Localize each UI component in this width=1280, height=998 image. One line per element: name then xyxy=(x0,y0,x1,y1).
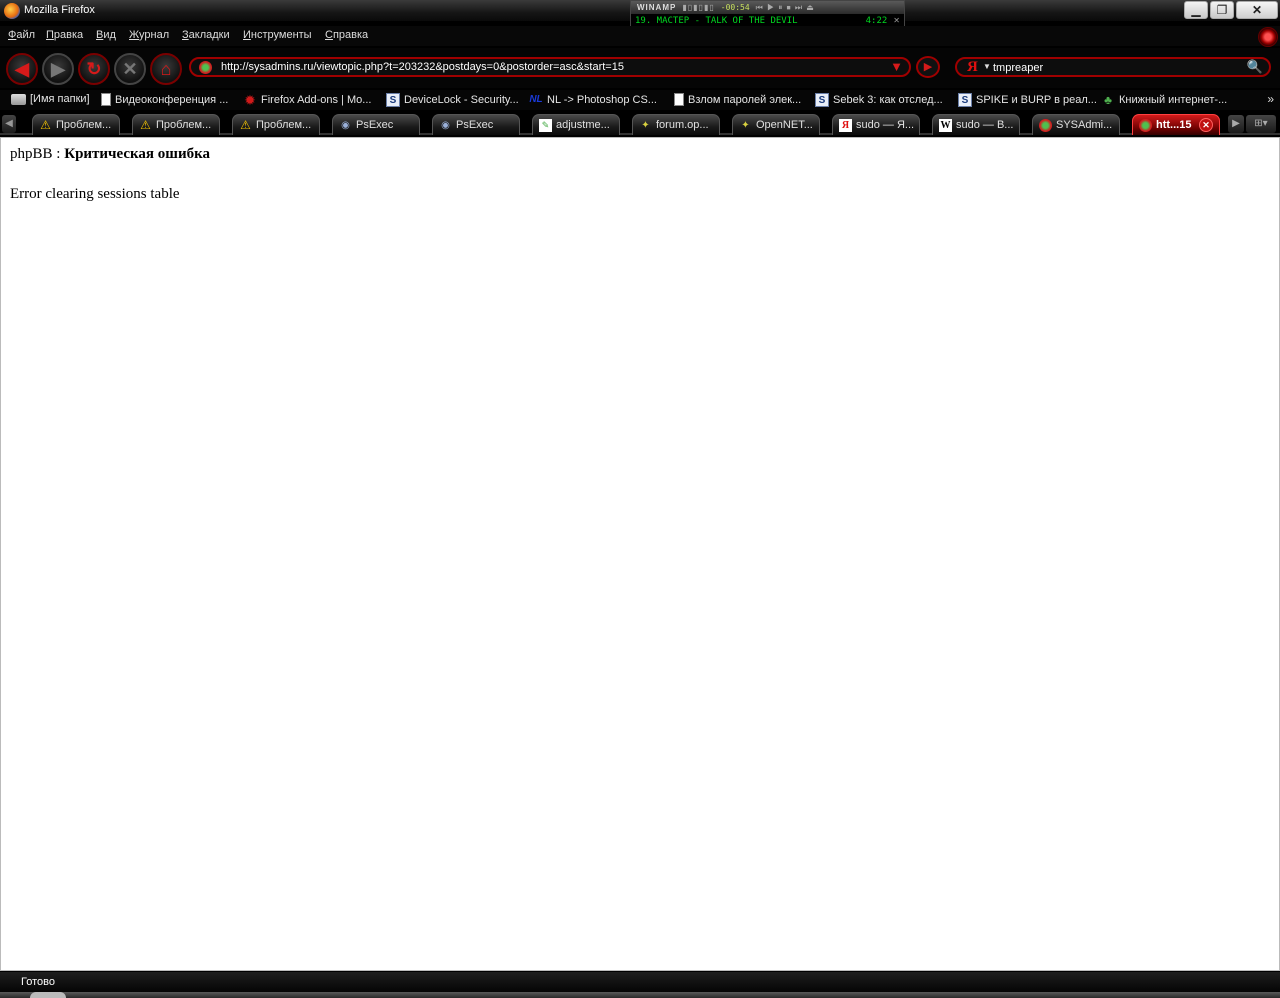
warning-icon: ⚠ xyxy=(240,117,251,132)
status-text: Готово xyxy=(21,976,55,988)
bookmark-item[interactable]: ✹ Firefox Add-ons | Mo... xyxy=(243,93,371,107)
close-tab-icon[interactable]: ✕ xyxy=(1199,118,1213,132)
search-input[interactable]: tmpreaper xyxy=(993,62,1043,74)
addons-icon: ✹ xyxy=(244,92,256,108)
search-icon[interactable]: 🔍 xyxy=(1247,59,1263,75)
adjust-icon: ✎ xyxy=(539,118,552,132)
sysadmins-icon xyxy=(1139,118,1152,132)
start-button[interactable] xyxy=(30,992,66,998)
yandex-icon: Я xyxy=(839,118,852,132)
window-title: Mozilla Firefox xyxy=(24,4,95,16)
bookmark-item[interactable]: S SPIKE и BURP в реал... xyxy=(958,93,1097,107)
warning-icon: ⚠ xyxy=(140,117,151,132)
bookmark-item[interactable]: S Sebek 3: как отслед... xyxy=(815,93,943,107)
winamp-logo: WINAMP xyxy=(637,3,677,12)
bookmark-item[interactable]: Видеоконференция ... xyxy=(101,93,228,106)
url-dropdown-icon[interactable]: ▼ xyxy=(890,59,903,74)
bookmark-item[interactable]: NL NL -> Photoshop CS... xyxy=(529,93,657,107)
tab-bar: ◀ ⚠ Проблем... ⚠ Проблем... ⚠ Проблем...… xyxy=(0,112,1280,135)
menu-tools[interactable]: Инструменты xyxy=(243,29,312,41)
firefox-icon[interactable] xyxy=(4,3,20,19)
menu-file[interactable]: Файл xyxy=(8,29,35,41)
psexec-icon: ◉ xyxy=(341,119,350,131)
tab[interactable]: ◉ PsExec xyxy=(332,114,420,135)
error-prefix: phpBB : xyxy=(10,146,65,162)
folder-icon xyxy=(11,93,26,105)
winamp-track-title: 19. МАСТЕР - TALK OF THE DEVIL xyxy=(635,15,798,26)
sysadmins-icon: S xyxy=(815,93,829,107)
stop-button[interactable]: ✕ xyxy=(114,53,146,85)
taskbar xyxy=(0,992,1280,998)
tab[interactable]: W sudo — В... xyxy=(932,114,1020,135)
tab[interactable]: ⚠ Проблем... xyxy=(232,114,320,135)
error-message: Error clearing sessions table xyxy=(10,186,180,202)
minimize-button[interactable]: ▁ xyxy=(1184,1,1208,19)
menu-bookmarks[interactable]: Закладки xyxy=(182,29,230,41)
winamp-track-duration: 4:22 xyxy=(865,15,888,26)
tab[interactable]: ✎ adjustme... xyxy=(532,114,620,135)
psexec-icon: ◉ xyxy=(441,119,450,131)
tab[interactable]: ✦ forum.op... xyxy=(632,114,720,135)
bookmarks-toolbar: [Имя папки] Видеоконференция ... ✹ Firef… xyxy=(0,90,1280,110)
bookmark-item[interactable]: Взлом паролей элек... xyxy=(674,93,801,106)
book-icon: ♣ xyxy=(1104,93,1112,107)
all-tabs-menu-button[interactable]: ⊞▾ xyxy=(1246,115,1276,133)
error-heading: phpBB : Критическая ошибка xyxy=(10,146,210,163)
menu-help[interactable]: Справка xyxy=(325,29,368,41)
menu-bar: Файл Правка Вид Журнал Закладки Инструме… xyxy=(0,26,1280,47)
winamp-time: -00:54 xyxy=(720,3,750,12)
winamp-visualizer: ▮▯▮▯▮▯ xyxy=(682,3,715,12)
page-content: phpBB : Критическая ошибка Error clearin… xyxy=(0,137,1280,971)
url-bar[interactable]: http://sysadmins.ru/viewtopic.php?t=2032… xyxy=(189,57,911,77)
tab[interactable]: ⚠ Проблем... xyxy=(132,114,220,135)
wikipedia-icon: W xyxy=(939,118,952,132)
sysadmins-icon: S xyxy=(386,93,400,107)
sysadmins-icon xyxy=(1039,118,1052,132)
tab[interactable]: SYSAdmi... xyxy=(1032,114,1120,135)
yandex-engine-icon[interactable]: Я xyxy=(967,59,978,76)
tab[interactable]: ✦ OpenNET... xyxy=(732,114,820,135)
tab[interactable]: ◉ PsExec xyxy=(432,114,520,135)
page-icon xyxy=(674,93,684,106)
search-bar[interactable]: Я ▼ tmpreaper 🔍 xyxy=(955,57,1271,77)
winamp-player[interactable]: WINAMP ▮▯▮▯▮▯ -00:54 ⏮ ▶ ⏸ ⏹ ⏭ ⏏ 19. МАС… xyxy=(630,0,905,28)
engine-dropdown-icon[interactable]: ▼ xyxy=(983,62,991,71)
winamp-controls-row: WINAMP ▮▯▮▯▮▯ -00:54 ⏮ ▶ ⏸ ⏹ ⏭ ⏏ xyxy=(631,1,904,14)
winamp-transport-buttons[interactable]: ⏮ ▶ ⏸ ⏹ ⏭ ⏏ xyxy=(756,3,815,13)
maximize-button[interactable]: ❐ xyxy=(1210,1,1234,19)
star-icon: ✦ xyxy=(641,119,650,131)
sysadmins-icon: S xyxy=(958,93,972,107)
bookmark-item[interactable]: S DeviceLock - Security... xyxy=(386,93,519,107)
tabs-scroll-left-button[interactable]: ◀ xyxy=(2,115,16,133)
star-icon: ✦ xyxy=(741,119,750,131)
back-button[interactable]: ◀ xyxy=(6,53,38,85)
bookmark-item[interactable]: ♣ Книжный интернет-... xyxy=(1101,93,1227,107)
close-window-button[interactable]: ✕ xyxy=(1236,1,1278,19)
tab[interactable]: Я sudo — Я... xyxy=(832,114,920,135)
menu-history[interactable]: Журнал xyxy=(129,29,169,41)
window-controls: ▁ ❐ ✕ xyxy=(1184,1,1278,19)
menu-view[interactable]: Вид xyxy=(96,29,116,41)
page-icon xyxy=(101,93,111,106)
forward-button[interactable]: ▶ xyxy=(42,53,74,85)
bookmark-item[interactable]: [Имя папки] xyxy=(11,93,90,105)
go-button[interactable]: ▶ xyxy=(916,56,940,78)
tabs-scroll-right-button[interactable]: ▶ xyxy=(1228,115,1244,133)
url-text[interactable]: http://sysadmins.ru/viewtopic.php?t=2032… xyxy=(221,61,624,73)
site-favicon-icon xyxy=(199,61,212,74)
status-bar: Готово xyxy=(0,972,1280,992)
error-title: Критическая ошибка xyxy=(64,146,211,162)
bookmarks-overflow-button[interactable]: » xyxy=(1267,92,1274,106)
tab-active[interactable]: htt...15 ✕ xyxy=(1132,114,1220,135)
tab[interactable]: ⚠ Проблем... xyxy=(32,114,120,135)
reload-button[interactable]: ↻ xyxy=(78,53,110,85)
menu-edit[interactable]: Правка xyxy=(46,29,83,41)
warning-icon: ⚠ xyxy=(40,117,51,132)
throbber-icon xyxy=(1258,27,1278,47)
winamp-close-icon[interactable]: ✕ xyxy=(893,16,900,25)
home-button[interactable]: ⌂ xyxy=(150,53,182,85)
nl-icon: NL xyxy=(529,94,543,105)
